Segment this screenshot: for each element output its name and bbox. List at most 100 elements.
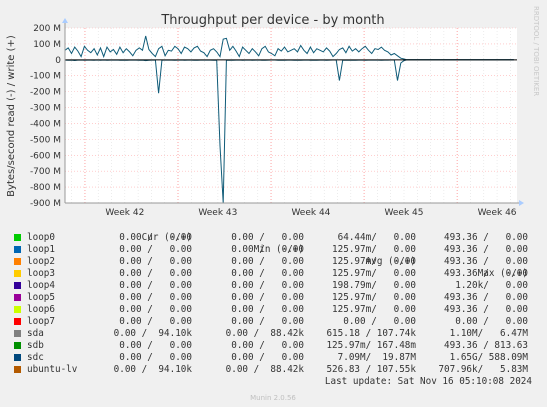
legend-name: sdc xyxy=(27,352,44,363)
x-tick-label: Week 45 xyxy=(385,208,424,218)
legend-avg: 125.97m/ 0.00 xyxy=(332,268,416,279)
legend-row-sdc: sdc 0.00 / 0.00 0.00 / 0.00 7.09M/ 19.87M 1.… xyxy=(0,352,547,364)
legend-max: 493.36 / 813.63 xyxy=(444,340,528,351)
legend-name: loop4 xyxy=(27,280,55,291)
legend-cur: 0.00 / 0.00 xyxy=(119,232,192,243)
x-axis-arrow xyxy=(519,200,524,206)
legend-swatch xyxy=(14,270,21,277)
legend-row-loop3: loop3 0.00 / 0.00 0.00 / 0.00 125.97m/ 0.00… xyxy=(0,268,547,280)
x-tick-label: Week 43 xyxy=(198,208,237,218)
legend-min: 0.00 / 0.00 xyxy=(231,256,304,267)
legend-avg: 198.79m/ 0.00 xyxy=(332,280,416,291)
legend-cur: 0.00 / 0.00 xyxy=(119,304,192,315)
y-tick-label: 0 xyxy=(55,56,61,66)
legend-min: 0.00 / 0.00 xyxy=(231,352,304,363)
legend-cur: 0.00 / 0.00 xyxy=(119,244,192,255)
legend-max: 493.36 / 0.00 xyxy=(444,256,528,267)
legend-swatch xyxy=(14,234,21,241)
rrdtool-credit: RRDTOOL / TOBI OETIKER xyxy=(532,6,540,96)
legend-swatch xyxy=(14,282,21,289)
legend-row-loop5: loop5 0.00 / 0.00 0.00 / 0.00 125.97m/ 0.00… xyxy=(0,292,547,304)
legend-max: 1.10M/ 6.47M xyxy=(449,328,528,339)
legend-min: 0.00 / 88.42k xyxy=(225,364,304,375)
legend-row-sdb: sdb 0.00 / 0.00 0.00 / 0.00 125.97m/ 167.48… xyxy=(0,340,547,352)
legend-max: 0.00 / 0.00 xyxy=(455,316,528,327)
legend-swatch xyxy=(14,294,21,301)
legend-row-loop0: loop0 0.00 / 0.00 0.00 / 0.00 64.44m/ 0.00 4… xyxy=(0,232,547,244)
legend-min: 0.00 / 0.00 xyxy=(231,340,304,351)
legend-name: loop0 xyxy=(27,232,55,243)
legend-avg: 125.97m/ 0.00 xyxy=(332,304,416,315)
legend-name: loop5 xyxy=(27,292,55,303)
x-tick-label: Week 44 xyxy=(291,208,330,218)
y-axis-label: Bytes/second read (-) / write (+) xyxy=(6,35,17,197)
legend-row-loop1: loop1 0.00 / 0.00 0.00 / 0.00 125.97m/ 0.00… xyxy=(0,244,547,256)
y-tick-label: 100 M xyxy=(33,40,61,50)
legend-cur: 0.00 / 0.00 xyxy=(119,352,192,363)
legend-name: sdb xyxy=(27,340,44,351)
y-tick-label: -600 M xyxy=(30,151,61,161)
legend-min: 0.00 / 0.00 xyxy=(231,292,304,303)
legend-header: Cur (-/+) Min (-/+) Avg (-/+) Max (-/+) xyxy=(0,220,547,279)
legend-row-loop7: loop7 0.00 / 0.00 0.00 / 0.00 0.00 / 0.00 0.… xyxy=(0,316,547,328)
x-axis-ticks: Week 42 Week 43 Week 44 Week 45 Week 46 xyxy=(105,208,516,218)
legend-max: 707.96k/ 5.83M xyxy=(438,364,528,375)
legend-max: 493.36 / 0.00 xyxy=(444,304,528,315)
legend-max: 493.36 / 0.00 xyxy=(444,268,528,279)
legend-cur: 0.00 / 0.00 xyxy=(119,256,192,267)
legend-min: 0.00 / 88.42k xyxy=(225,328,304,339)
munin-footer: Munin 2.0.56 xyxy=(250,394,296,402)
y-tick-label: -300 M xyxy=(30,104,61,114)
legend-row-loop2: loop2 0.00 / 0.00 0.00 / 0.00 125.97m/ 0.00… xyxy=(0,256,547,268)
y-axis-ticks: 200 M 100 M 0 -100 M -200 M -300 M -400 M -500 … xyxy=(30,24,61,209)
legend-max: 1.20k/ 0.00 xyxy=(455,280,528,291)
legend-cur: 0.00 / 0.00 xyxy=(119,340,192,351)
legend-rows: loop0 0.00 / 0.00 0.00 / 0.00 64.44m/ 0.00 4… xyxy=(0,232,547,376)
legend-swatch xyxy=(14,246,21,253)
legend-row-ubuntu-lv: ubuntu-lv 0.00 / 94.10k 0.00 / 88.42k 526.8… xyxy=(0,364,547,376)
legend-avg: 7.09M/ 19.87M xyxy=(337,352,416,363)
y-tick-label: -400 M xyxy=(30,119,61,129)
y-tick-label: -200 M xyxy=(30,88,61,98)
y-tick-label: 200 M xyxy=(33,24,61,34)
legend-cur: 0.00 / 94.10k xyxy=(113,328,192,339)
last-update: Last update: Sat Nov 16 05:10:08 2024 xyxy=(324,376,532,387)
legend-swatch xyxy=(14,306,21,313)
legend-max: 493.36 / 0.00 xyxy=(444,244,528,255)
legend-name: loop2 xyxy=(27,256,55,267)
y-tick-label: -100 M xyxy=(30,72,61,82)
legend-min: 0.00 / 0.00 xyxy=(231,232,304,243)
legend-swatch xyxy=(14,366,21,373)
legend-avg: 125.97m/ 0.00 xyxy=(332,292,416,303)
legend-swatch xyxy=(14,258,21,265)
legend-cur: 0.00 / 0.00 xyxy=(119,268,192,279)
legend-min: 0.00 / 0.00 xyxy=(231,280,304,291)
legend-table: Cur (-/+) Min (-/+) Avg (-/+) Max (-/+) … xyxy=(0,220,547,387)
y-tick-label: -800 M xyxy=(30,183,61,193)
legend-name: loop7 xyxy=(27,316,55,327)
legend-avg: 125.97m/ 167.48m xyxy=(326,340,416,351)
legend-swatch xyxy=(14,354,21,361)
legend-avg: 125.97m/ 0.00 xyxy=(332,256,416,267)
legend-cur: 0.00 / 0.00 xyxy=(119,292,192,303)
legend-avg: 526.83 / 107.55k xyxy=(326,364,416,375)
legend-min: 0.00 / 0.00 xyxy=(231,304,304,315)
legend-row-loop4: loop4 0.00 / 0.00 0.00 / 0.00 198.79m/ 0.00… xyxy=(0,280,547,292)
legend-max: 493.36 / 0.00 xyxy=(444,292,528,303)
legend-cur: 0.00 / 94.10k xyxy=(113,364,192,375)
legend-swatch xyxy=(14,318,21,325)
legend-name: loop3 xyxy=(27,268,55,279)
legend-avg: 125.97m/ 0.00 xyxy=(332,244,416,255)
x-tick-label: Week 46 xyxy=(478,208,517,218)
legend-row-loop6: loop6 0.00 / 0.00 0.00 / 0.00 125.97m/ 0.00… xyxy=(0,304,547,316)
legend-swatch xyxy=(14,330,21,337)
x-tick-label: Week 42 xyxy=(105,208,144,218)
legend-avg: 615.18 / 107.74k xyxy=(326,328,416,339)
plot-area xyxy=(65,28,517,203)
chart-title: Throughput per device - by month xyxy=(160,13,384,28)
legend-min: 0.00 / 0.00 xyxy=(231,244,304,255)
legend-row-sda: sda 0.00 / 94.10k 0.00 / 88.42k 615.18 / 10… xyxy=(0,328,547,340)
y-tick-label: -700 M xyxy=(30,167,61,177)
legend-name: loop1 xyxy=(27,244,55,255)
y-axis-arrow xyxy=(62,18,68,23)
